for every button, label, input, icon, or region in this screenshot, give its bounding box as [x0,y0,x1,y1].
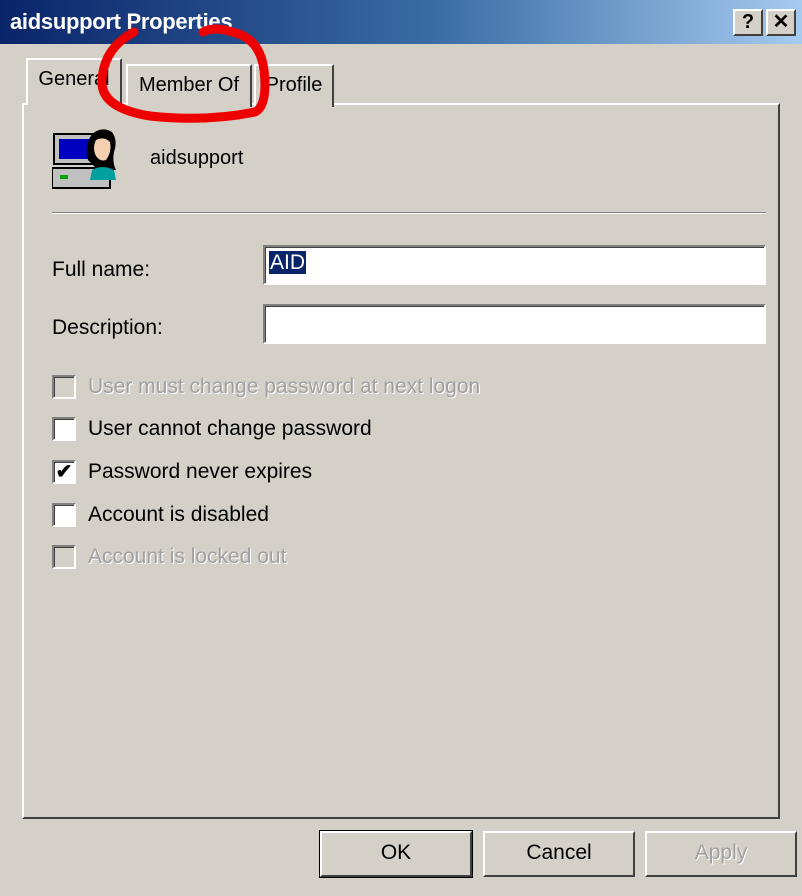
window-title: aidsupport Properties [10,9,233,34]
tab-profile[interactable]: Profile [254,64,334,107]
tab-general[interactable]: General [26,58,122,105]
close-button[interactable]: ✕ [766,9,796,36]
title-bar: aidsupport Properties ? ✕ [0,0,802,44]
ok-button[interactable]: OK [319,830,473,878]
cancel-button[interactable]: Cancel [483,831,635,877]
apply-button[interactable]: Apply [645,831,797,877]
help-button[interactable]: ? [733,9,763,36]
general-tab-panel [22,103,780,819]
tab-member-of[interactable]: Member Of [126,64,252,107]
